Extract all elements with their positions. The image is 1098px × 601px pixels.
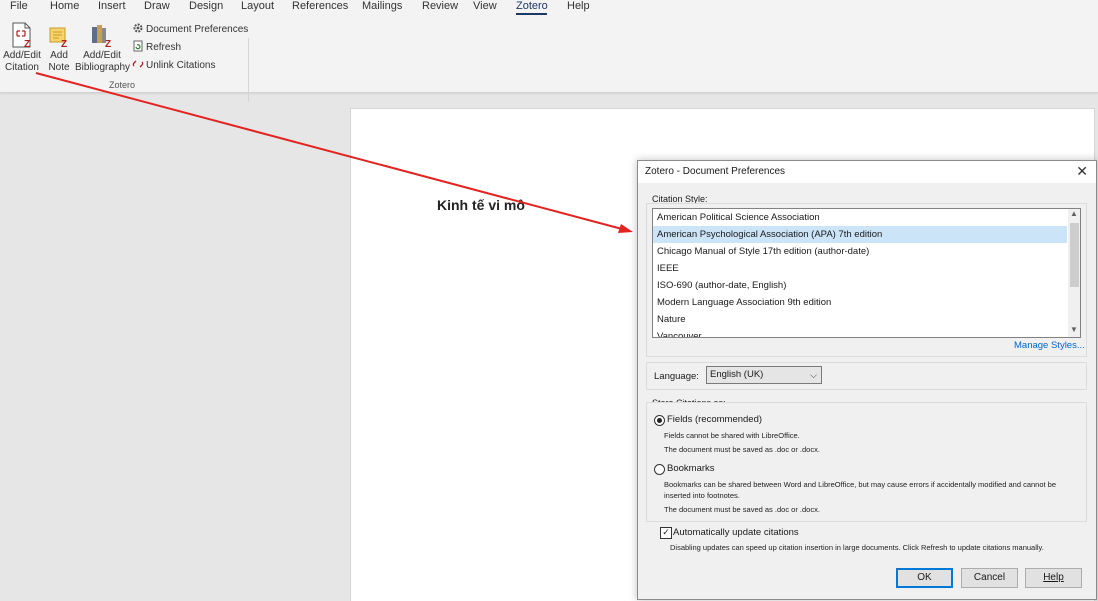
scroll-down-icon[interactable]: ▼	[1069, 325, 1079, 337]
cancel-button[interactable]: Cancel	[961, 568, 1018, 588]
add-note-button[interactable]: Z Add Note	[45, 22, 73, 74]
style-item[interactable]: IEEE	[653, 260, 1067, 277]
bookmarks-option-label[interactable]: Bookmarks	[667, 463, 715, 474]
menu-mailings[interactable]: Mailings	[362, 0, 402, 12]
add-note-label-2: Note	[48, 62, 70, 73]
menu-design[interactable]: Design	[189, 0, 223, 12]
chevron-down-icon: ⌵	[810, 370, 817, 380]
menu-references[interactable]: References	[292, 0, 348, 12]
add-note-label-1: Add	[50, 50, 68, 61]
document-heading: Kinh tế vi mô	[437, 197, 525, 213]
language-select[interactable]: English (UK) ⌵	[706, 366, 822, 384]
menu-home[interactable]: Home	[50, 0, 79, 12]
ribbon: Z Add/Edit Citation Z Add Note Z Add/Edi…	[0, 16, 1098, 102]
auto-update-label[interactable]: Automatically update citations	[673, 527, 799, 538]
language-value: English (UK)	[710, 369, 764, 380]
style-item[interactable]: Vancouver	[653, 328, 1067, 337]
radio-selected-dot	[657, 418, 662, 423]
svg-text:Z: Z	[105, 39, 111, 48]
style-item[interactable]: Chicago Manual of Style 17th edition (au…	[653, 243, 1067, 260]
gear-icon	[132, 22, 144, 34]
help-button[interactable]: Help	[1025, 568, 1082, 588]
style-list-scrollbar[interactable]: ▲ ▼	[1068, 209, 1080, 337]
style-item[interactable]: Nature	[653, 311, 1067, 328]
style-item[interactable]: American Political Science Association	[653, 209, 1067, 226]
auto-update-checkbox[interactable]: ✓	[660, 527, 672, 539]
style-item[interactable]: ISO-690 (author-date, English)	[653, 277, 1067, 294]
menu-review[interactable]: Review	[422, 0, 458, 12]
document-preferences-dialog: Zotero - Document Preferences ✕ Citation…	[637, 160, 1097, 600]
fields-note-1: Fields cannot be shared with LibreOffice…	[664, 431, 800, 440]
refresh-icon	[132, 40, 144, 52]
add-edit-citation-button[interactable]: Z Add/Edit Citation	[3, 22, 41, 74]
menu-layout[interactable]: Layout	[241, 0, 274, 12]
manage-styles-link[interactable]: Manage Styles...	[1014, 340, 1085, 351]
citation-style-list[interactable]: American Political Science Association A…	[652, 208, 1081, 338]
menu-view[interactable]: View	[473, 0, 497, 12]
add-citation-icon: Z	[8, 22, 36, 50]
fields-option-label[interactable]: Fields (recommended)	[667, 414, 762, 425]
menu-bar: File Home Insert Draw Design Layout Refe…	[0, 0, 1098, 16]
document-preferences-button[interactable]: Document Preferences	[132, 22, 248, 36]
refresh-label: Refresh	[146, 42, 182, 53]
fields-radio[interactable]	[654, 415, 665, 426]
close-icon[interactable]: ✕	[1076, 163, 1088, 180]
group-separator	[248, 38, 249, 102]
style-item-selected[interactable]: American Psychological Association (APA)…	[653, 226, 1067, 243]
unlink-citations-button[interactable]: Unlink Citations	[132, 58, 215, 72]
add-edit-bibliography-label-2: Bibliography	[75, 62, 131, 73]
menu-help[interactable]: Help	[567, 0, 590, 12]
bookmarks-note-1b: inserted into footnotes.	[664, 491, 740, 500]
bookmarks-radio[interactable]	[654, 464, 665, 475]
menu-zotero[interactable]: Zotero	[516, 0, 548, 12]
add-edit-bibliography-label-1: Add/Edit	[83, 50, 121, 61]
scroll-thumb[interactable]	[1070, 223, 1079, 287]
bookmarks-note-2: The document must be saved as .doc or .d…	[664, 505, 820, 514]
menu-insert[interactable]: Insert	[98, 0, 126, 12]
add-edit-citation-label-2: Citation	[5, 62, 39, 73]
refresh-button[interactable]: Refresh	[132, 40, 181, 54]
menu-draw[interactable]: Draw	[144, 0, 170, 12]
unlink-icon	[132, 58, 144, 70]
language-label: Language:	[654, 371, 699, 382]
dialog-titlebar[interactable]: Zotero - Document Preferences ✕	[638, 161, 1096, 183]
scroll-up-icon[interactable]: ▲	[1069, 209, 1079, 221]
svg-text:Z: Z	[61, 39, 67, 48]
menu-file[interactable]: File	[10, 0, 28, 12]
zotero-group-label: Zotero	[109, 80, 136, 90]
document-preferences-label: Document Preferences	[146, 24, 249, 35]
add-edit-bibliography-button[interactable]: Z Add/Edit Bibliography	[75, 22, 131, 74]
bookmarks-note-1: Bookmarks can be shared between Word and…	[664, 480, 1057, 489]
active-tab-indicator	[516, 13, 547, 15]
add-note-icon: Z	[45, 22, 73, 50]
dialog-title: Zotero - Document Preferences	[645, 166, 786, 177]
auto-update-note: Disabling updates can speed up citation …	[670, 543, 1044, 552]
style-item[interactable]: Modern Language Association 9th edition	[653, 294, 1067, 311]
fields-note-2: The document must be saved as .doc or .d…	[664, 445, 820, 454]
add-edit-citation-label-1: Add/Edit	[3, 50, 41, 61]
bibliography-icon: Z	[88, 22, 116, 50]
svg-text:Z: Z	[24, 39, 30, 48]
unlink-citations-label: Unlink Citations	[146, 60, 216, 71]
ok-button[interactable]: OK	[896, 568, 953, 588]
